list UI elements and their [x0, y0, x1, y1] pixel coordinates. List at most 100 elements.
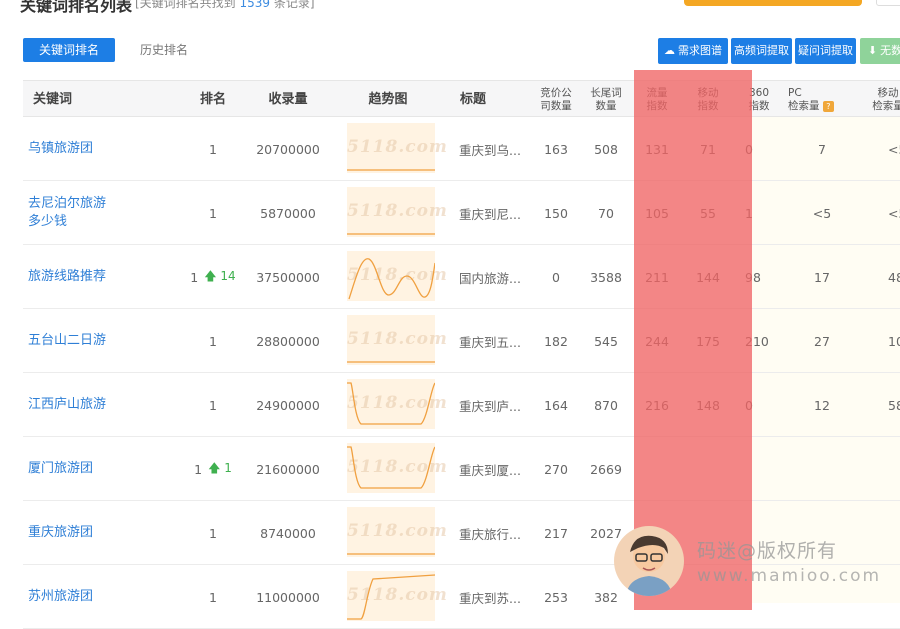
th-trend: 趋势图 [368, 91, 408, 107]
indexed-cell: 37500000 [256, 269, 320, 285]
corner-button[interactable] [876, 0, 900, 6]
th-keyword[interactable]: 关键词 [33, 81, 113, 118]
mobile-index-cell: 144 [696, 269, 720, 285]
page-title: 关键词排名列表 [20, 0, 133, 15]
title-cell[interactable]: 重庆到庐... [459, 373, 529, 437]
th-longtail[interactable]: 长尾词 数量 [581, 81, 631, 118]
th-360[interactable]: 360 指数 [743, 81, 775, 118]
bid-cell: 150 [544, 205, 568, 221]
keyword-link[interactable]: 旅游线路推荐 [28, 268, 106, 286]
keyword-cell: 苏州旅游团 [28, 565, 148, 629]
mobile-index-cell: 55 [700, 205, 716, 221]
th-title: 标题 [459, 91, 486, 107]
rank-cell: 1 🡅 14 [173, 245, 253, 309]
bid-cell: 182 [544, 333, 568, 349]
th-traffic[interactable]: 流量 指数 [632, 81, 682, 118]
watermark-text: 码迷@版权所有 [697, 540, 838, 562]
trend-sparkline[interactable]: 5118.com [347, 123, 447, 173]
rank-cell: 1 [209, 589, 217, 605]
traffic-cell: 244 [645, 333, 669, 349]
keyword-cell: 旅游线路推荐 [28, 245, 148, 309]
pc-search-cell: 12 [814, 397, 830, 413]
longtail-cell[interactable]: 3588 [581, 245, 631, 309]
longtail-cell[interactable]: 2669 [581, 437, 631, 501]
question-word-button[interactable]: 疑问词提取 [795, 38, 856, 64]
traffic-cell: 105 [645, 205, 669, 221]
title-cell[interactable]: 重庆到厦... [459, 437, 529, 501]
tab-keyword-rank[interactable]: 关键词排名 [23, 38, 115, 62]
trend-sparkline[interactable]: 5118.com [347, 507, 447, 557]
traffic-cell: 216 [645, 397, 669, 413]
export-button[interactable]: ⬇ 无数 [860, 38, 900, 64]
table-row: 江西庐山旅游 1 24900000 5118.com 重庆到庐... 164 8… [23, 373, 900, 437]
indexed-cell: 20700000 [256, 141, 320, 157]
longtail-cell[interactable]: 870 [581, 373, 631, 437]
trend-sparkline[interactable]: 5118.com [347, 443, 447, 493]
trend-sparkline[interactable]: 5118.com [347, 379, 447, 429]
th-mobile[interactable]: 移动 指数 [683, 81, 733, 118]
trend-sparkline[interactable]: 5118.com [347, 315, 447, 365]
rank-cell: 1 [209, 141, 217, 157]
table-header: 关键词 排名 收录量 趋势图 标题 竞价公 司数量 长尾词 数量 流量 指数 移动 指数… [23, 80, 900, 117]
title-cell[interactable]: 重庆到苏... [459, 565, 529, 629]
mobile-search-cell [888, 565, 900, 629]
trend-sparkline[interactable]: 5118.com [347, 251, 447, 301]
record-count: [关键词排名共找到 1539 条记录] [135, 0, 315, 10]
keyword-link[interactable]: 五台山二日游 [28, 332, 106, 350]
top-strip: 关键词排名列表 [关键词排名共找到 1539 条记录] [0, 0, 900, 15]
upgrade-button[interactable] [684, 0, 862, 6]
table-row: 厦门旅游团 1 🡅 1 21600000 5118.com 重庆到厦... 270… [23, 437, 900, 501]
keyword-link[interactable]: 重庆旅游团 [28, 524, 93, 542]
mobile-search-cell [888, 501, 900, 565]
trend-sparkline[interactable]: 5118.com [347, 187, 447, 237]
rank-cell: 1 🡅 1 [173, 437, 253, 501]
tab-history-rank[interactable]: 历史排名 [140, 38, 188, 62]
th-pc[interactable]: PC 检索量 ? [788, 81, 838, 118]
title-cell[interactable]: 国内旅游... [459, 245, 529, 309]
mobile-index-cell [683, 437, 733, 501]
bid-cell: 253 [544, 589, 568, 605]
mobile-search-cell [888, 437, 900, 501]
longtail-cell[interactable]: 70 [581, 181, 631, 245]
demand-map-button[interactable]: ☁ 需求图谱 [658, 38, 728, 64]
keyword-link[interactable]: 乌镇旅游团 [28, 140, 93, 158]
high-freq-button[interactable]: 高频词提取 [731, 38, 792, 64]
keyword-link[interactable]: 苏州旅游团 [28, 588, 93, 606]
mobile-search-cell: 48 [888, 269, 900, 285]
keyword-link[interactable]: 厦门旅游团 [28, 460, 93, 478]
trend-sparkline[interactable]: 5118.com [347, 571, 447, 621]
index-360-cell: 210 [745, 333, 769, 349]
mobile-search-cell: <5 [888, 141, 900, 157]
indexed-cell: 11000000 [256, 589, 320, 605]
traffic-cell [632, 437, 682, 501]
info-icon[interactable]: ? [822, 100, 834, 112]
keyword-cell: 江西庐山旅游 [28, 373, 148, 437]
th-mobile-search[interactable]: 移动 检索量 [863, 81, 900, 118]
index-360-cell [745, 437, 785, 501]
rank-cell: 1 [209, 525, 217, 541]
keyword-link[interactable]: 江西庐山旅游 [28, 396, 106, 414]
title-cell[interactable]: 重庆到乌... [459, 117, 529, 181]
keyword-cell: 五台山二日游 [28, 309, 148, 373]
th-rank[interactable]: 排名 [188, 81, 238, 118]
pc-search-cell: 27 [814, 333, 830, 349]
pc-search-cell: 7 [818, 141, 826, 157]
bid-cell: 163 [544, 141, 568, 157]
mobile-index-cell: 71 [700, 141, 716, 157]
longtail-cell[interactable]: 545 [581, 309, 631, 373]
arrow-up-icon: 🡅 [208, 460, 221, 475]
th-bid[interactable]: 竞价公 司数量 [531, 81, 581, 118]
th-indexed[interactable]: 收录量 [258, 81, 318, 118]
keyword-cell: 乌镇旅游团 [28, 117, 148, 181]
bid-cell: 0 [552, 269, 560, 285]
title-cell[interactable]: 重庆到尼... [459, 181, 529, 245]
rank-cell: 1 [209, 397, 217, 413]
keyword-cell: 重庆旅游团 [28, 501, 148, 565]
table-row: 旅游线路推荐 1 🡅 14 37500000 5118.com 国内旅游... 0… [23, 245, 900, 309]
bid-cell: 217 [544, 525, 568, 541]
longtail-cell[interactable]: 508 [581, 117, 631, 181]
title-cell[interactable]: 重庆旅行... [459, 501, 529, 565]
keyword-link[interactable]: 去尼泊尔旅游 多少钱 [28, 195, 106, 231]
rank-up-badge: 🡅 14 [204, 268, 236, 283]
title-cell[interactable]: 重庆到五... [459, 309, 529, 373]
